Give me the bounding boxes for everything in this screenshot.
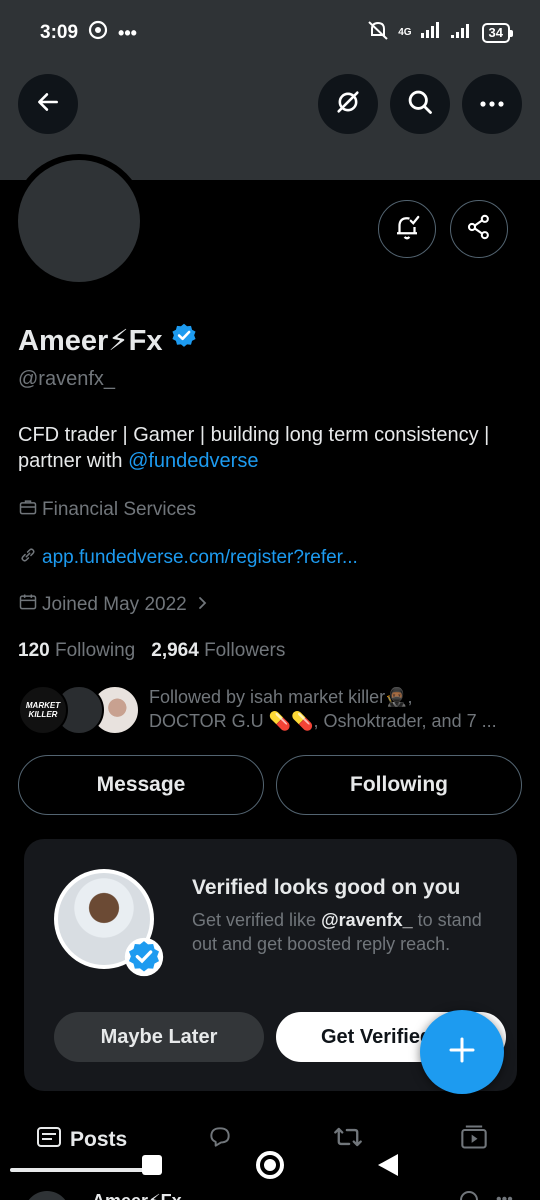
peek-more-icon: ••• (496, 1191, 513, 1200)
chevron-right-icon (197, 594, 209, 616)
share-icon (465, 213, 493, 246)
home-button[interactable] (256, 1151, 284, 1179)
website-link[interactable]: app.fundedverse.com/register?refer... (42, 547, 358, 569)
bell-check-icon (392, 212, 422, 247)
followers-count: 2,964 (151, 640, 199, 661)
profile-stats: 120 Following 2,964 Followers (18, 640, 285, 662)
search-button[interactable] (390, 74, 450, 134)
maybe-later-button[interactable]: Maybe Later (54, 1012, 264, 1062)
more-icon (479, 95, 505, 113)
following-count: 120 (18, 640, 50, 661)
follower-avatar: MARKET KILLER (18, 685, 68, 735)
followers-stat-label: Followers (204, 640, 286, 661)
compose-fab[interactable] (420, 1010, 504, 1094)
whatsapp-icon (88, 20, 108, 46)
followed-by-text: Followed by isah market killer🥷🏾, DOCTOR… (149, 685, 529, 733)
search-icon (406, 88, 434, 121)
peek-name: Ameer⚡Fx (92, 1191, 182, 1200)
promo-title: Verified looks good on you (192, 876, 461, 899)
briefcase-icon (18, 497, 38, 523)
share-button[interactable] (450, 200, 508, 258)
profile-name: Ameer⚡Fx (18, 324, 163, 357)
calendar-icon (18, 592, 38, 618)
profile-bio: CFD trader | Gamer | building long term … (18, 422, 523, 474)
following-stat-label: Following (54, 640, 136, 661)
joined-label: Joined May 2022 (42, 594, 187, 615)
plus-icon (447, 1035, 477, 1070)
signal-icon-2 (450, 21, 474, 45)
verified-badge-icon[interactable] (170, 322, 198, 358)
following-stat[interactable]: 120 Following (18, 640, 135, 662)
more-notifications-icon: ••• (118, 22, 137, 43)
promo-text-handle: @ravenfx_ (321, 910, 413, 930)
back-nav-button[interactable] (378, 1154, 398, 1176)
peek-avatar (24, 1191, 70, 1200)
status-bar: 3:09 ••• 4G 34 (0, 0, 540, 66)
data-saver-button[interactable] (318, 74, 378, 134)
tab-indicator (10, 1168, 150, 1172)
network-label: 4G (398, 27, 412, 38)
profile-joined[interactable]: Joined May 2022 (18, 592, 209, 618)
promo-text: Get verified like @ravenfx_ to stand out… (192, 908, 492, 956)
back-arrow-icon (35, 89, 61, 120)
peek-grok-icon (460, 1191, 478, 1200)
signal-icon (420, 21, 442, 45)
profile-website: app.fundedverse.com/register?refer... (18, 545, 358, 571)
promo-text-before: Get verified like (192, 910, 322, 930)
back-button[interactable] (18, 74, 78, 134)
system-nav-bar (0, 1150, 540, 1180)
profile-avatar[interactable] (12, 154, 146, 288)
follower-avatar-logo: MARKET KILLER (25, 701, 61, 719)
category-label: Financial Services (42, 499, 197, 520)
followed-by-line1: Followed by isah market killer🥷🏾, (149, 687, 413, 707)
more-options-button[interactable] (462, 74, 522, 134)
link-icon (18, 545, 38, 571)
followed-by-line2: DOCTOR G.U 💊💊, Oshoktrader, and 7 ... (149, 711, 497, 731)
no-data-icon (334, 88, 362, 121)
followers-stat[interactable]: 2,964 Followers (151, 640, 285, 662)
battery-indicator: 34 (481, 23, 514, 43)
profile-name-row: Ameer⚡Fx (18, 322, 198, 358)
recents-button[interactable] (142, 1155, 162, 1175)
profile-category: Financial Services (18, 497, 196, 523)
status-time: 3:09 (40, 22, 79, 43)
mute-icon (366, 19, 390, 47)
profile-handle: @ravenfx_ (18, 368, 116, 390)
bio-mention-link[interactable]: @fundedverse (128, 450, 258, 472)
tab-posts-label: Posts (70, 1128, 128, 1151)
next-post-peek: Ameer⚡Fx ••• (0, 1185, 540, 1200)
message-button[interactable]: Message (18, 755, 264, 815)
following-button[interactable]: Following (276, 755, 522, 815)
notifications-button[interactable] (378, 200, 436, 258)
verified-badge-icon (124, 937, 164, 982)
